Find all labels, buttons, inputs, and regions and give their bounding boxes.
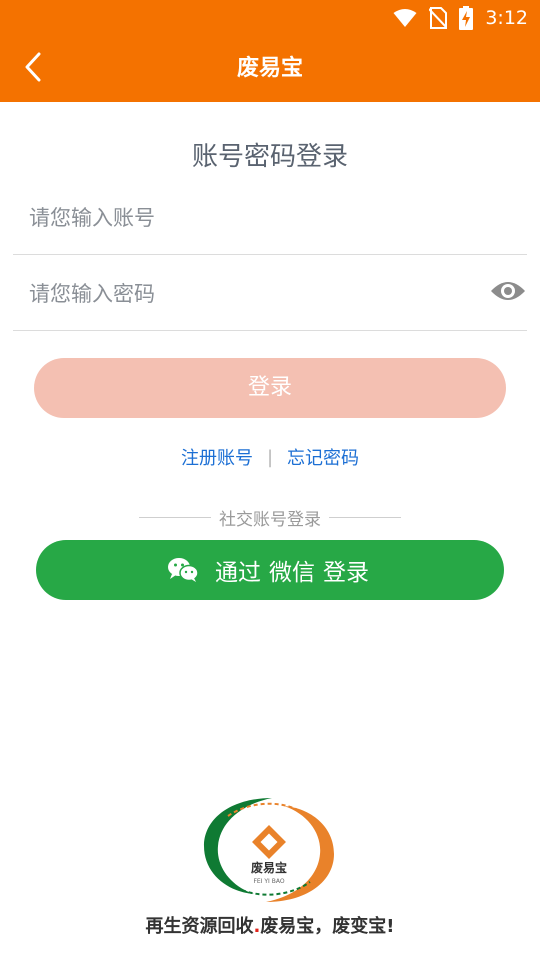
wechat-login-word-1: 通过 — [215, 560, 261, 586]
login-heading: 账号密码登录 — [191, 142, 348, 172]
app-bar: 3:12 废易宝 — [0, 0, 540, 102]
slogan-part-2: 废易宝，废变宝! — [260, 916, 395, 937]
wifi-icon — [393, 8, 417, 28]
password-field — [13, 256, 527, 332]
register-link[interactable]: 注册账号 — [181, 444, 253, 470]
logo-pinyin: FEI YI BAO — [253, 878, 284, 885]
social-login-label: 社交账号登录 — [219, 509, 321, 530]
wechat-login-word-2: 微信 — [269, 560, 315, 586]
wechat-icon — [167, 556, 199, 584]
wechat-login-word-3: 登录 — [323, 560, 369, 586]
battery-charging-icon — [459, 6, 474, 30]
wechat-login-button[interactable]: 通过 微信 登录 — [36, 540, 504, 600]
forgot-password-link[interactable]: 忘记密码 — [287, 444, 359, 470]
status-time: 3:12 — [485, 7, 528, 29]
status-bar: 3:12 — [0, 0, 540, 36]
divider-line-right — [329, 516, 401, 518]
page-title: 废易宝 — [236, 56, 303, 81]
slogan-part-1: 再生资源回收 — [145, 916, 254, 937]
links-separator: | — [266, 446, 274, 468]
brand-logo: 废易宝 FEI YI BAO — [202, 794, 336, 906]
toolbar: 废易宝 — [0, 36, 540, 102]
login-button[interactable]: 登录 — [34, 358, 506, 418]
password-visibility-toggle[interactable] — [489, 278, 527, 308]
chevron-left-icon[interactable] — [23, 52, 43, 86]
password-input[interactable] — [27, 256, 471, 332]
logo-name: 废易宝 — [251, 860, 287, 875]
social-login-divider: 社交账号登录 — [0, 503, 540, 531]
back-button[interactable] — [14, 50, 52, 88]
account-input[interactable] — [27, 180, 471, 256]
slogan: 再生资源回收.废易宝，废变宝! — [0, 912, 540, 938]
divider-line-left — [139, 516, 211, 518]
account-links: 注册账号 | 忘记密码 — [0, 440, 540, 474]
eye-icon[interactable] — [490, 279, 526, 307]
account-field — [13, 180, 527, 256]
no-sim-icon — [429, 7, 448, 29]
